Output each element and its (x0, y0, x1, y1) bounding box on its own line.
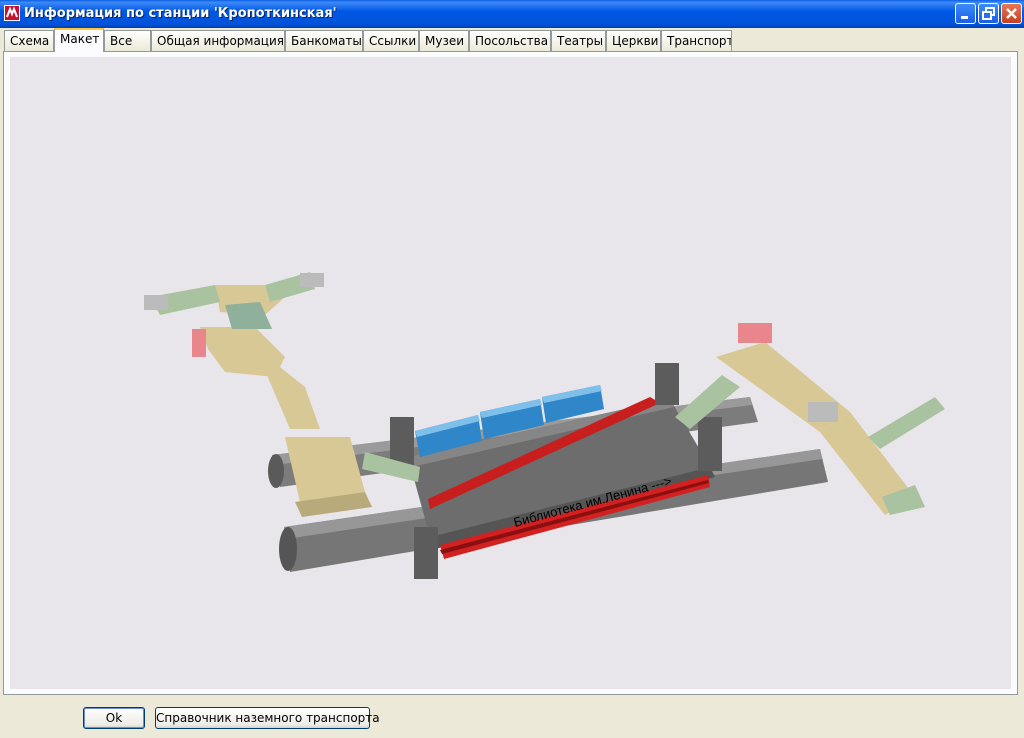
window-title: Информация по станции 'Кропоткинская' (24, 6, 337, 21)
tab-churches[interactable]: Церкви (606, 30, 661, 51)
ok-button[interactable]: Ok (83, 707, 145, 729)
tab-theatres[interactable]: Театры (551, 30, 606, 51)
tab-scheme[interactable]: Схема (4, 30, 54, 51)
tab-model[interactable]: Макет (54, 28, 104, 52)
tab-all[interactable]: Все (104, 30, 151, 51)
tab-embassies[interactable]: Посольства (469, 30, 551, 51)
tab-links[interactable]: Ссылки (363, 30, 419, 51)
app-icon (4, 5, 20, 21)
close-button[interactable] (1001, 3, 1022, 24)
tab-transport[interactable]: Транспорт (661, 30, 732, 51)
restore-button[interactable] (978, 3, 999, 24)
minimize-button[interactable] (955, 3, 976, 24)
tab-general-info[interactable]: Общая информация (151, 30, 285, 51)
tab-museums[interactable]: Музеи (419, 30, 469, 51)
station-3d-model-view[interactable]: Библиотека им.Ленина ---> (10, 57, 1011, 689)
tab-panel: Библиотека им.Ленина ---> (3, 51, 1018, 695)
title-bar: Информация по станции 'Кропоткинская' (0, 0, 1024, 28)
tab-atms[interactable]: Банкоматы (285, 30, 363, 51)
ground-transport-directory-button[interactable]: Справочник наземного транспорта (155, 707, 380, 729)
